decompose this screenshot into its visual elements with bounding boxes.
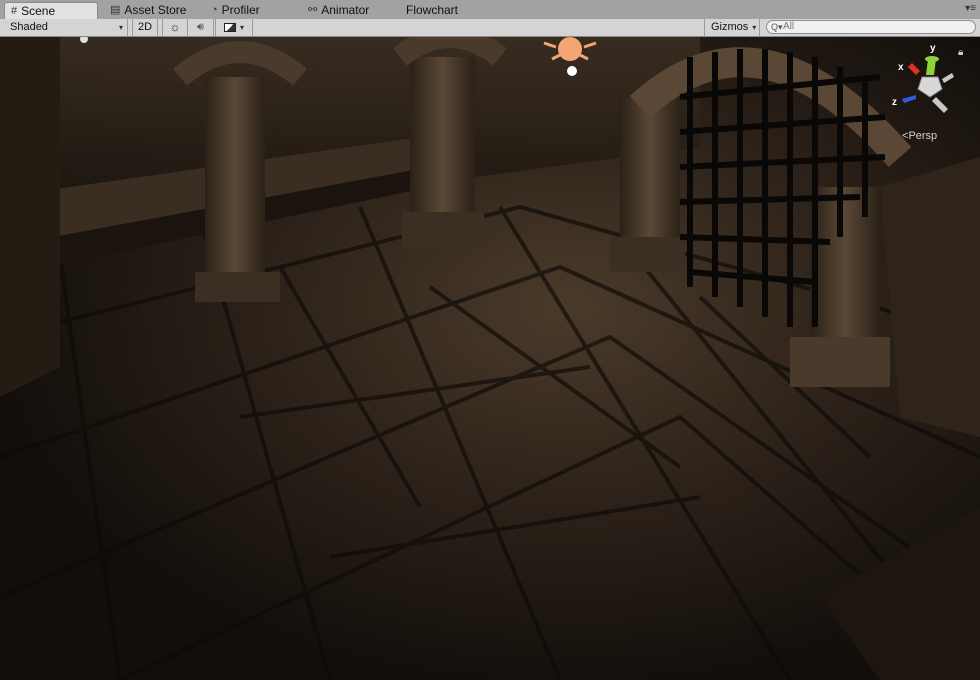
2d-toggle-button[interactable]: 2D	[132, 19, 158, 36]
axis-label-z: z	[892, 97, 897, 108]
gizmos-label: Gizmos	[711, 21, 749, 33]
chevron-down-icon: ▾	[752, 23, 757, 32]
tab-scene[interactable]: # Scene	[4, 2, 98, 19]
2d-toggle-label: 2D	[137, 21, 153, 33]
gizmos-dropdown[interactable]: Gizmos ▾	[704, 19, 760, 36]
lock-icon[interactable]: 🔒︎	[958, 47, 963, 58]
tab-flowchart[interactable]: Flowchart	[400, 2, 464, 19]
scene-viewport[interactable]: y x z 🔒︎ <Persp	[0, 37, 980, 680]
projection-toggle[interactable]: <Persp	[902, 130, 937, 142]
projection-label: Persp	[908, 130, 938, 142]
grid-icon: #	[11, 4, 18, 17]
effects-dropdown[interactable]: ▾	[215, 19, 253, 36]
tab-flowchart-label: Flowchart	[406, 3, 459, 17]
tab-asset-store-label: Asset Store	[124, 3, 187, 17]
tab-profiler[interactable]: ◔ Profiler	[205, 2, 266, 19]
profiler-icon: ◔	[211, 4, 218, 16]
shading-mode-label: Shaded	[10, 21, 48, 33]
tab-menu-icon[interactable]: ▾≡	[965, 3, 976, 14]
tab-animator-label: Animator	[321, 3, 370, 17]
image-icon	[223, 23, 236, 32]
tab-scene-label: Scene	[21, 3, 56, 18]
dungeon-scene-render	[0, 37, 980, 680]
shading-mode-dropdown[interactable]: Shaded ▾	[0, 19, 128, 36]
lighting-toggle-button[interactable]: ☼	[162, 19, 188, 36]
audio-toggle-button[interactable]: 🔊︎	[188, 19, 214, 36]
speaker-icon: 🔊︎	[197, 21, 204, 33]
axis-label-y: y	[930, 43, 936, 54]
tab-asset-store[interactable]: ▤ Asset Store	[104, 2, 192, 19]
tab-animator[interactable]: ⚯ Animator	[302, 2, 375, 19]
sun-icon: ☼	[169, 20, 181, 34]
scene-search-input[interactable]: Q▾ All	[766, 20, 976, 34]
tab-profiler-label: Profiler	[221, 3, 260, 17]
search-placeholder: All	[783, 21, 795, 32]
axis-label-x: x	[898, 62, 904, 73]
editor-tab-bar: # Scene ▤ Asset Store ◔ Profiler ⚯ Anima…	[0, 0, 980, 20]
store-icon: ▤	[110, 4, 121, 16]
chevron-down-icon: ▾	[239, 23, 244, 32]
scene-toolbar: Shaded ▾ 2D ☼ 🔊︎ ▾ Gizmos ▾ Q▾ All	[0, 19, 980, 37]
chevron-down-icon: ▾	[118, 23, 123, 32]
search-icon: Q▾	[771, 22, 783, 32]
animator-icon: ⚯	[308, 4, 318, 16]
